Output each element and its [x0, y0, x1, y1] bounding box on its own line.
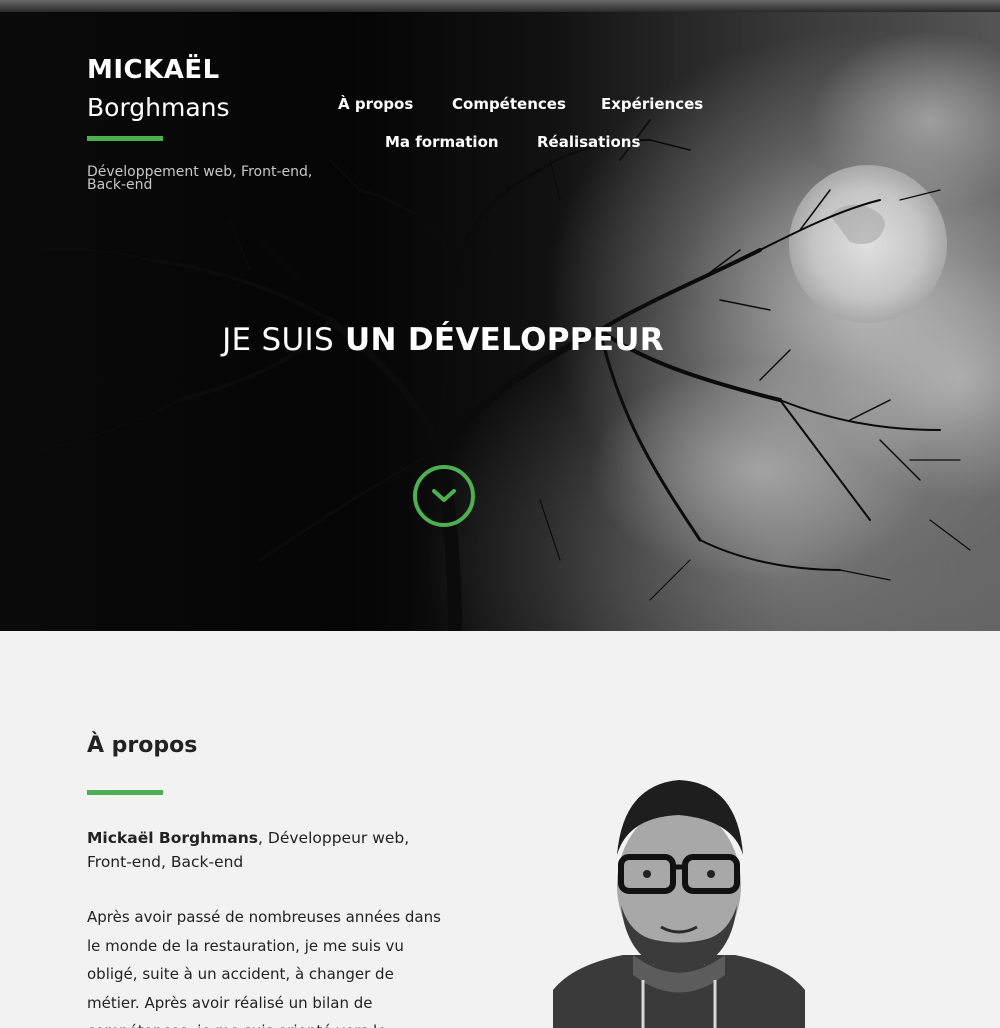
brand-logo[interactable]: MICKAËL Borghmans	[87, 52, 230, 128]
hero-headline-light: JE SUIS	[222, 322, 334, 358]
chevron-down-icon	[432, 489, 456, 502]
hero-section: MICKAËL Borghmans Développement web, Fro…	[0, 0, 1000, 631]
brand-last-name: Borghmans	[87, 93, 230, 122]
hero-headline-bold: UN DÉVELOPPEUR	[345, 322, 664, 358]
scroll-down-button[interactable]	[413, 465, 475, 527]
nav-item-experiences[interactable]: Expériences	[601, 95, 703, 113]
nav-item-realisations[interactable]: Réalisations	[537, 133, 640, 151]
brand-tagline: Développement web, Front-end, Back-end	[87, 164, 313, 193]
profile-photo	[553, 775, 805, 1028]
nav-item-ma-formation[interactable]: Ma formation	[385, 133, 499, 151]
nav-item-competences[interactable]: Compétences	[452, 95, 566, 113]
nav-item-a-propos[interactable]: À propos	[338, 95, 413, 113]
about-lead-name: Mickaël Borghmans	[87, 829, 259, 847]
brand-accent-bar	[87, 136, 163, 141]
hero-headline: JE SUIS UN DÉVELOPPEUR	[0, 322, 886, 358]
about-lead: Mickaël Borghmans, Développeur web, Fron…	[87, 826, 447, 874]
about-title: À propos	[87, 733, 198, 758]
moon	[789, 165, 947, 323]
brand-first-name: MICKAËL	[87, 55, 220, 85]
about-body: Après avoir passé de nombreuses années d…	[87, 908, 441, 1028]
about-accent-bar	[87, 790, 163, 795]
